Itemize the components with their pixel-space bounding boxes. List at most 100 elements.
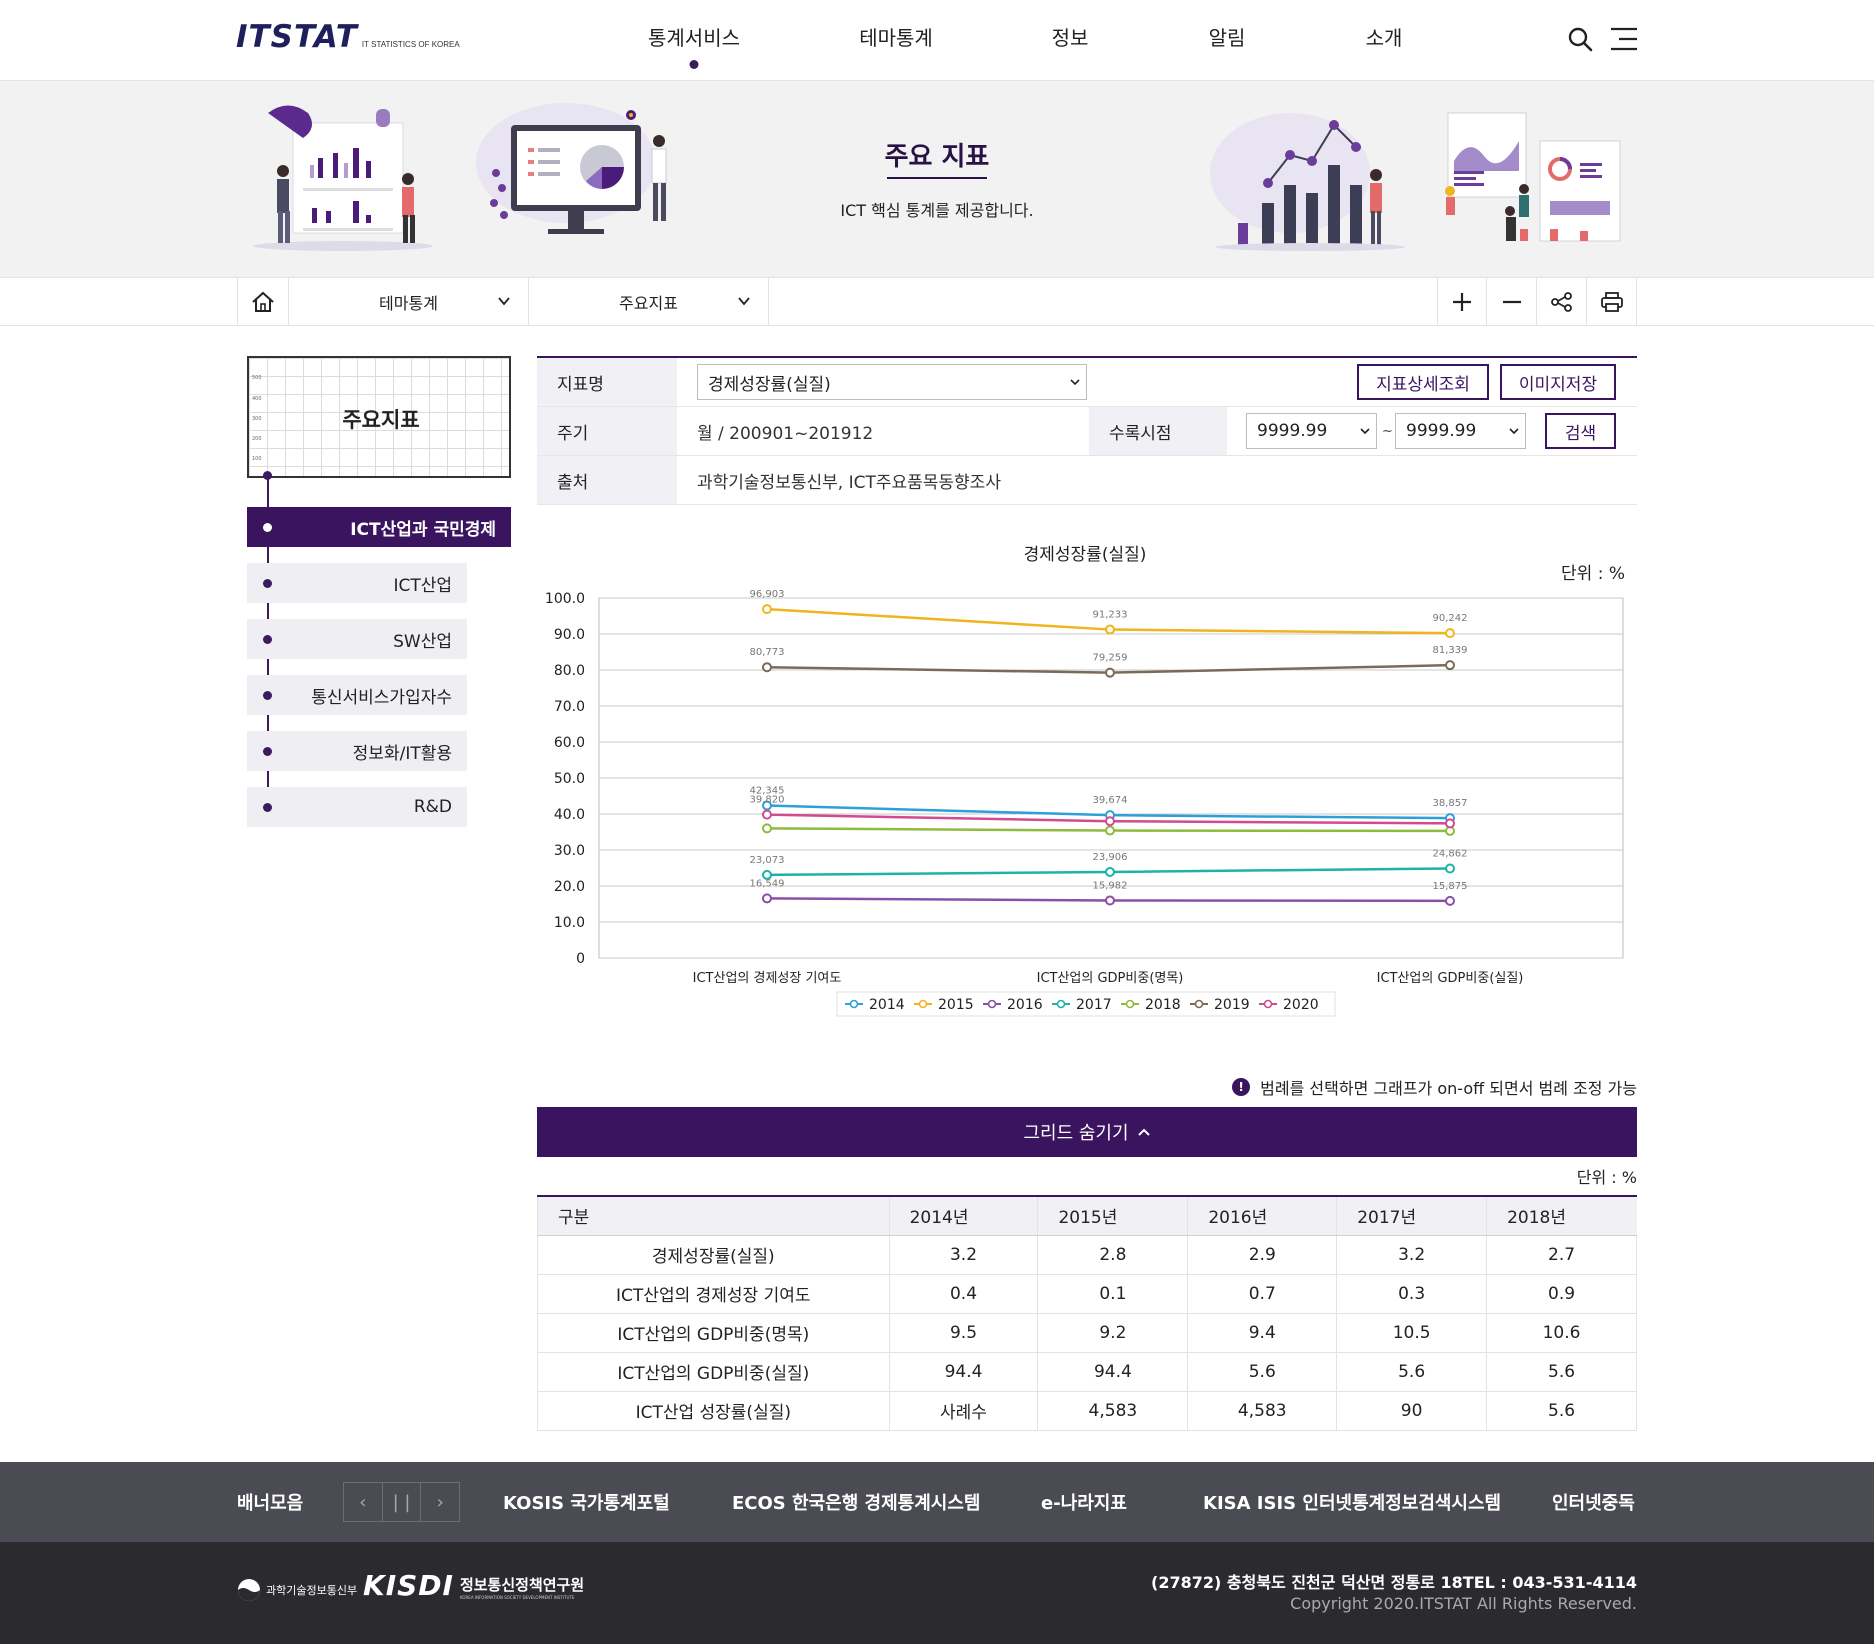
data-point[interactable]: [762, 823, 772, 834]
home-button[interactable]: [237, 278, 289, 325]
indicator-select[interactable]: 경제성장률(실질): [697, 364, 1087, 400]
sidebar-item-it-usage[interactable]: 정보화/IT활용: [247, 731, 467, 771]
nav-about[interactable]: 소개: [1366, 22, 1403, 51]
legend-marker: [1125, 999, 1135, 1009]
timeline-dot: [263, 471, 272, 480]
banner-pause-button[interactable]: | |: [383, 1483, 422, 1521]
to-period-select[interactable]: 9999.99: [1395, 413, 1526, 449]
location-bar: 테마통계 주요지표: [0, 277, 1874, 326]
data-point[interactable]: [1445, 818, 1455, 829]
card-axis-label: 200: [252, 436, 262, 442]
table-cell: 5.6: [1486, 1351, 1637, 1392]
chevron-down-icon: [738, 297, 750, 306]
nav-stat-service[interactable]: 통계서비스: [648, 22, 740, 51]
legend-marker: [1263, 999, 1273, 1009]
data-label: 39,674: [1093, 795, 1128, 806]
share-button[interactable]: [1537, 278, 1587, 325]
zoom-out-button[interactable]: [1487, 278, 1537, 325]
sidebar-item-label: R&D: [413, 797, 452, 817]
sidebar-item-label: ICT산업: [393, 575, 452, 596]
table-cell: 94.4: [1037, 1351, 1189, 1392]
data-point[interactable]: [1445, 863, 1455, 874]
timeline-dot: [263, 691, 272, 700]
data-point[interactable]: [1445, 895, 1455, 906]
zoom-in-button[interactable]: [1437, 278, 1487, 325]
data-point[interactable]: [1445, 628, 1455, 639]
data-label: 90,242: [1433, 613, 1468, 624]
site-footer: 과학기술정보통신부 KISDI 정보통신정책연구원 KOREA INFORMAT…: [0, 1542, 1874, 1644]
kisdi-logo: KISDI 정보통신정책연구원 KOREA INFORMATION SOCIET…: [363, 1572, 584, 1601]
source-row: 출처 과학기술정보통신부, ICT주요품목동향조사: [537, 456, 1637, 505]
banner-link-ecos[interactable]: ECOS 한국은행 경제통계시스템: [732, 1489, 980, 1515]
sidebar-title: 주요지표: [342, 408, 420, 432]
search-icon[interactable]: [1565, 24, 1595, 54]
table-row: ICT산업의 GDP비중(실질) 94.4 94.4 5.6 5.6 5.6: [537, 1351, 1637, 1392]
timeline-dot-active: [263, 523, 272, 532]
breadcrumb-level1-select[interactable]: 테마통계: [289, 278, 529, 325]
data-point[interactable]: [762, 662, 772, 673]
row-label: ICT산업의 GDP비중(실질): [537, 1351, 890, 1392]
table-cell: 0.4: [888, 1273, 1039, 1314]
notice-text: 범례를 선택하면 그래프가 on-off 되면서 범례 조정 가능: [1260, 1079, 1637, 1098]
nav-notice[interactable]: 알림: [1209, 22, 1246, 51]
table-unit: 단위 : %: [1576, 1168, 1637, 1187]
banner-strip: 배너모음 ‹ | | › KOSIS 국가통계포털 ECOS 한국은행 경제통계…: [0, 1462, 1874, 1542]
grid-toggle-button[interactable]: 그리드 숨기기: [537, 1107, 1637, 1157]
column-header: 2014년: [888, 1196, 1038, 1236]
sidebar-item-ict-economy[interactable]: ICT산업과 국민경제: [247, 507, 511, 547]
sidebar-item-sw-industry[interactable]: SW산업: [247, 619, 467, 659]
search-button[interactable]: 검색: [1545, 413, 1616, 449]
data-label: 38,857: [1433, 798, 1468, 809]
indicator-filter-table: 지표명 경제성장률(실질) 지표상세조회 이미지저장 주기 월 / 200901…: [537, 356, 1637, 505]
monitor-illustration: [476, 103, 667, 234]
nav-info[interactable]: 정보: [1052, 22, 1089, 51]
banner-prev-button[interactable]: ‹: [344, 1483, 383, 1521]
menu-icon[interactable]: [1609, 24, 1639, 54]
print-icon: [1600, 291, 1623, 312]
breadcrumb-level2-select[interactable]: 주요지표: [529, 278, 769, 325]
indicator-select-value: 경제성장률(실질): [708, 374, 831, 395]
nav-theme-stat[interactable]: 테마통계: [859, 22, 933, 51]
data-point[interactable]: [762, 893, 772, 904]
data-point[interactable]: [1105, 624, 1115, 635]
data-point[interactable]: [1105, 895, 1115, 906]
footer-address: (27872) 충청북도 진천군 덕산면 정통로 18TEL : 043-531…: [1151, 1573, 1637, 1592]
banner-link-kosis[interactable]: KOSIS 국가통계포털: [503, 1489, 670, 1515]
banner-link-internet-addiction[interactable]: 인터넷중독: [1552, 1489, 1635, 1515]
chart-svg: 경제성장률(실질) 0 10.0 20.0 30.0 40.0 50.0 60.0 70.0 8…: [545, 545, 1624, 1017]
banner-link-e-narajipyo[interactable]: e-나라지표: [1041, 1489, 1127, 1515]
data-point[interactable]: [1105, 667, 1115, 678]
data-point[interactable]: [1105, 825, 1115, 836]
period-label: 주기: [537, 407, 677, 455]
table-cell: 9.4: [1187, 1312, 1338, 1353]
card-axis-label: 100: [252, 456, 262, 462]
save-image-button[interactable]: 이미지저장: [1500, 364, 1616, 400]
data-point[interactable]: [1445, 660, 1455, 671]
chevron-down-icon: [498, 297, 510, 306]
sidebar-title-card: 500 400 300 200 100 주요지표: [247, 356, 511, 478]
legend-label: 2015: [938, 997, 974, 1013]
table-cell: 0.3: [1336, 1273, 1488, 1314]
x-tick-label: ICT산업의 GDP비중(실질): [1377, 971, 1524, 986]
y-tick-label: 90.0: [554, 627, 585, 643]
data-point[interactable]: [1105, 816, 1115, 827]
sidebar-item-rnd[interactable]: R&D: [247, 787, 467, 827]
sidebar-item-subscribers[interactable]: 통신서비스가입자수: [247, 675, 467, 715]
data-point[interactable]: [1105, 866, 1115, 877]
legend-label: 2016: [1007, 997, 1043, 1013]
print-button[interactable]: [1587, 278, 1637, 325]
from-period-select[interactable]: 9999.99: [1246, 413, 1377, 449]
sidebar-item-ict-industry[interactable]: ICT산업: [247, 563, 467, 603]
data-point[interactable]: [762, 604, 772, 615]
breadcrumb-level2-label: 주요지표: [619, 293, 678, 313]
from-period-value: 9999.99: [1257, 421, 1328, 441]
banner-link-kisa-isis[interactable]: KISA ISIS 인터넷통계정보검색시스템: [1203, 1489, 1501, 1515]
data-point[interactable]: [762, 869, 772, 880]
share-icon: [1550, 291, 1572, 312]
data-point[interactable]: [762, 809, 772, 820]
legend-marker: [987, 999, 997, 1009]
legend-label: 2020: [1283, 997, 1319, 1013]
banner-next-button[interactable]: ›: [421, 1483, 459, 1521]
indicator-detail-button[interactable]: 지표상세조회: [1357, 364, 1489, 400]
zoom-in-icon: [1453, 292, 1471, 311]
